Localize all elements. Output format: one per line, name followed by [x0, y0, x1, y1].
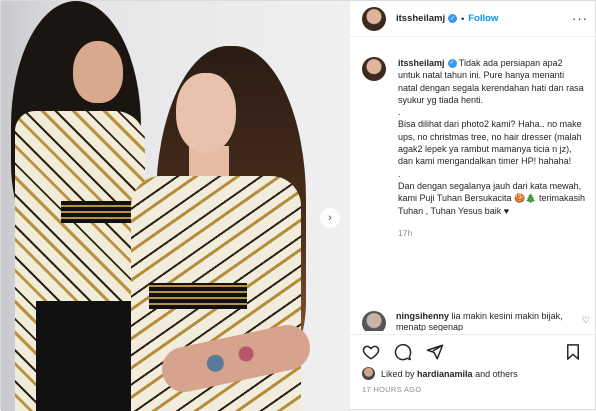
chevron-right-icon: › — [328, 212, 332, 224]
commenter-username[interactable]: ningsihenny — [396, 311, 449, 321]
caption-timestamp[interactable]: 17h — [398, 227, 586, 239]
comment-bubble-icon — [394, 343, 412, 361]
photo-girl-face — [73, 41, 123, 103]
author-avatar[interactable] — [362, 6, 386, 31]
caption-row: itssheilamj ✓ Tidak ada persiapan apa2 un… — [362, 57, 586, 239]
comment-item: ningsihenny lia makin kesini makin bijak… — [362, 311, 590, 331]
bookmark-icon — [567, 344, 579, 360]
comment-button[interactable] — [394, 343, 416, 363]
liked-by-suffix[interactable]: and others — [475, 369, 518, 379]
post-side-panel: itssheilamj ✓ • Follow ··· itssheilamj ✓ … — [349, 1, 596, 411]
liked-by-user[interactable]: hardianamila — [417, 369, 473, 379]
caption-body: itssheilamj ✓ Tidak ada persiapan apa2 un… — [398, 57, 586, 239]
photo-woman-face — [176, 73, 236, 153]
caption-username[interactable]: itssheilamj — [398, 58, 445, 68]
more-horizontal-icon[interactable]: ··· — [572, 11, 588, 26]
save-button[interactable] — [564, 343, 586, 363]
caption-text: Tidak ada persiapan apa2 untuk natal tah… — [398, 58, 585, 216]
post-timestamp[interactable]: 17 HOURS AGO — [362, 385, 421, 394]
caption-section: itssheilamj ✓ Tidak ada persiapan apa2 un… — [350, 57, 596, 302]
photo-woman-belt — [149, 283, 247, 309]
photo-girl-belt — [61, 201, 139, 223]
comment-body: ningsihenny lia makin kesini makin bijak… — [396, 311, 590, 331]
author-username[interactable]: itssheilamj — [396, 13, 445, 24]
liked-by-line: Liked by hardianamila and others — [362, 367, 518, 380]
share-button[interactable] — [426, 343, 448, 363]
liker-avatar[interactable] — [362, 367, 375, 380]
follow-button[interactable]: Follow — [468, 13, 498, 24]
commenter-avatar[interactable] — [362, 311, 386, 331]
caption-verified-badge-icon: ✓ — [447, 59, 457, 69]
instagram-post: › itssheilamj ✓ • Follow ··· itssheilamj… — [0, 0, 596, 411]
liked-by-prefix: Liked by — [381, 368, 415, 379]
post-photo[interactable]: › — [1, 1, 349, 411]
caption-avatar[interactable] — [362, 57, 386, 81]
heart-icon — [362, 345, 380, 360]
next-photo-button[interactable]: › — [320, 208, 340, 228]
action-bar — [350, 334, 596, 369]
like-button[interactable] — [362, 343, 384, 363]
photo-girl-pants — [36, 301, 136, 411]
post-header: itssheilamj ✓ • Follow ··· — [350, 1, 596, 37]
verified-badge-icon: ✓ — [448, 14, 458, 23]
paper-plane-icon — [426, 344, 444, 360]
header-separator: • — [461, 13, 465, 24]
comment-like-heart-icon[interactable]: ♡ — [582, 315, 590, 326]
